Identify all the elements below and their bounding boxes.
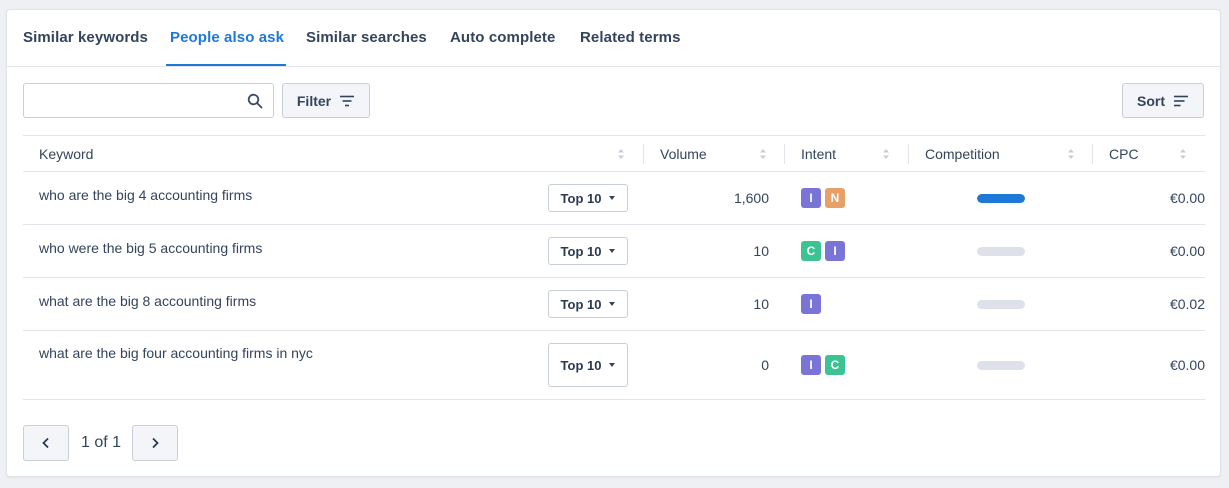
intent-badge: I	[801, 355, 821, 375]
sort-keyword-icon[interactable]	[617, 148, 625, 160]
keywords-table: Keyword Volume Intent Competition CPC wh…	[23, 135, 1205, 400]
chevron-down-icon	[609, 249, 616, 253]
column-divider	[784, 144, 785, 164]
column-divider	[1092, 144, 1093, 164]
rank-select-label: Top 10	[560, 357, 602, 373]
filter-label: Filter	[296, 92, 332, 109]
sort-icon	[1174, 95, 1188, 106]
filter-icon	[340, 95, 355, 106]
keyword-text: who were the big 5 accounting firms	[39, 240, 263, 256]
tab-similar-keywords[interactable]: Similar keywords	[23, 29, 148, 46]
search-field	[23, 83, 274, 118]
active-tab-indicator	[166, 64, 286, 66]
table-header: Keyword Volume Intent Competition CPC	[23, 135, 1205, 172]
intent-badges: IN	[801, 188, 845, 208]
sort-competition-icon[interactable]	[1067, 148, 1075, 160]
header-keyword[interactable]: Keyword	[39, 146, 93, 162]
rank-select[interactable]: Top 10	[548, 184, 628, 212]
filter-button[interactable]: Filter	[282, 83, 370, 118]
keyword-text: who are the big 4 accounting firms	[39, 187, 253, 203]
sort-cpc-icon[interactable]	[1179, 148, 1187, 160]
competition-bar-fill	[977, 194, 1025, 203]
chevron-down-icon	[609, 302, 616, 306]
rank-select[interactable]: Top 10	[548, 343, 628, 387]
cpc-value: €0.00	[1169, 190, 1205, 206]
chevron-right-icon	[152, 437, 159, 449]
tab-related-terms[interactable]: Related terms	[580, 29, 681, 46]
tab-people-also-ask[interactable]: People also ask	[170, 29, 284, 46]
intent-badges: I	[801, 294, 821, 314]
column-divider	[643, 144, 644, 164]
cpc-value: €0.00	[1169, 357, 1205, 373]
sort-volume-icon[interactable]	[759, 148, 767, 160]
intent-badge: C	[825, 355, 845, 375]
intent-badge: I	[801, 294, 821, 314]
prev-page-button[interactable]	[23, 425, 69, 461]
page-indicator: 1 of 1	[81, 434, 122, 451]
intent-badge: N	[825, 188, 845, 208]
volume-value: 0	[761, 357, 769, 373]
tab-bar: Similar keywords People also ask Similar…	[7, 10, 1220, 67]
table-row: who are the big 4 accounting firms Top 1…	[23, 172, 1205, 225]
sort-intent-icon[interactable]	[882, 148, 890, 160]
rank-select-label: Top 10	[560, 296, 602, 312]
intent-badge: I	[801, 188, 821, 208]
competition-bar	[977, 194, 1025, 203]
header-competition[interactable]: Competition	[925, 146, 1000, 162]
chevron-down-icon	[609, 196, 616, 200]
results-card: Similar keywords People also ask Similar…	[6, 9, 1221, 477]
intent-badges: CI	[801, 241, 845, 261]
search-input[interactable]	[24, 84, 239, 117]
competition-bar	[977, 361, 1025, 370]
rank-select-label: Top 10	[560, 190, 602, 206]
column-divider	[908, 144, 909, 164]
chevron-down-icon	[609, 363, 616, 367]
keyword-text: what are the big 8 accounting firms	[39, 293, 257, 309]
cpc-value: €0.02	[1169, 296, 1205, 312]
competition-bar	[977, 247, 1025, 256]
table-row: what are the big four accounting firms i…	[23, 331, 1205, 400]
header-volume[interactable]: Volume	[660, 146, 707, 162]
tab-auto-complete[interactable]: Auto complete	[450, 29, 555, 46]
competition-bar	[977, 300, 1025, 309]
volume-value: 10	[753, 296, 769, 312]
table-row: what are the big 8 accounting firms Top …	[23, 278, 1205, 331]
header-intent[interactable]: Intent	[801, 146, 836, 162]
intent-badges: IC	[801, 355, 845, 375]
header-cpc[interactable]: CPC	[1109, 146, 1139, 162]
keyword-text: what are the big four accounting firms i…	[39, 345, 313, 361]
cpc-value: €0.00	[1169, 243, 1205, 259]
search-icon[interactable]	[247, 93, 263, 109]
next-page-button[interactable]	[132, 425, 178, 461]
sort-label: Sort	[1137, 92, 1165, 109]
rank-select[interactable]: Top 10	[548, 290, 628, 318]
volume-value: 1,600	[733, 190, 769, 206]
tab-similar-searches[interactable]: Similar searches	[306, 29, 427, 46]
intent-badge: C	[801, 241, 821, 261]
volume-value: 10	[753, 243, 769, 259]
intent-badge: I	[825, 241, 845, 261]
rank-select-label: Top 10	[560, 243, 602, 259]
chevron-left-icon	[42, 437, 49, 449]
table-row: who were the big 5 accounting firms Top …	[23, 225, 1205, 278]
rank-select[interactable]: Top 10	[548, 237, 628, 265]
sort-button[interactable]: Sort	[1122, 83, 1204, 118]
